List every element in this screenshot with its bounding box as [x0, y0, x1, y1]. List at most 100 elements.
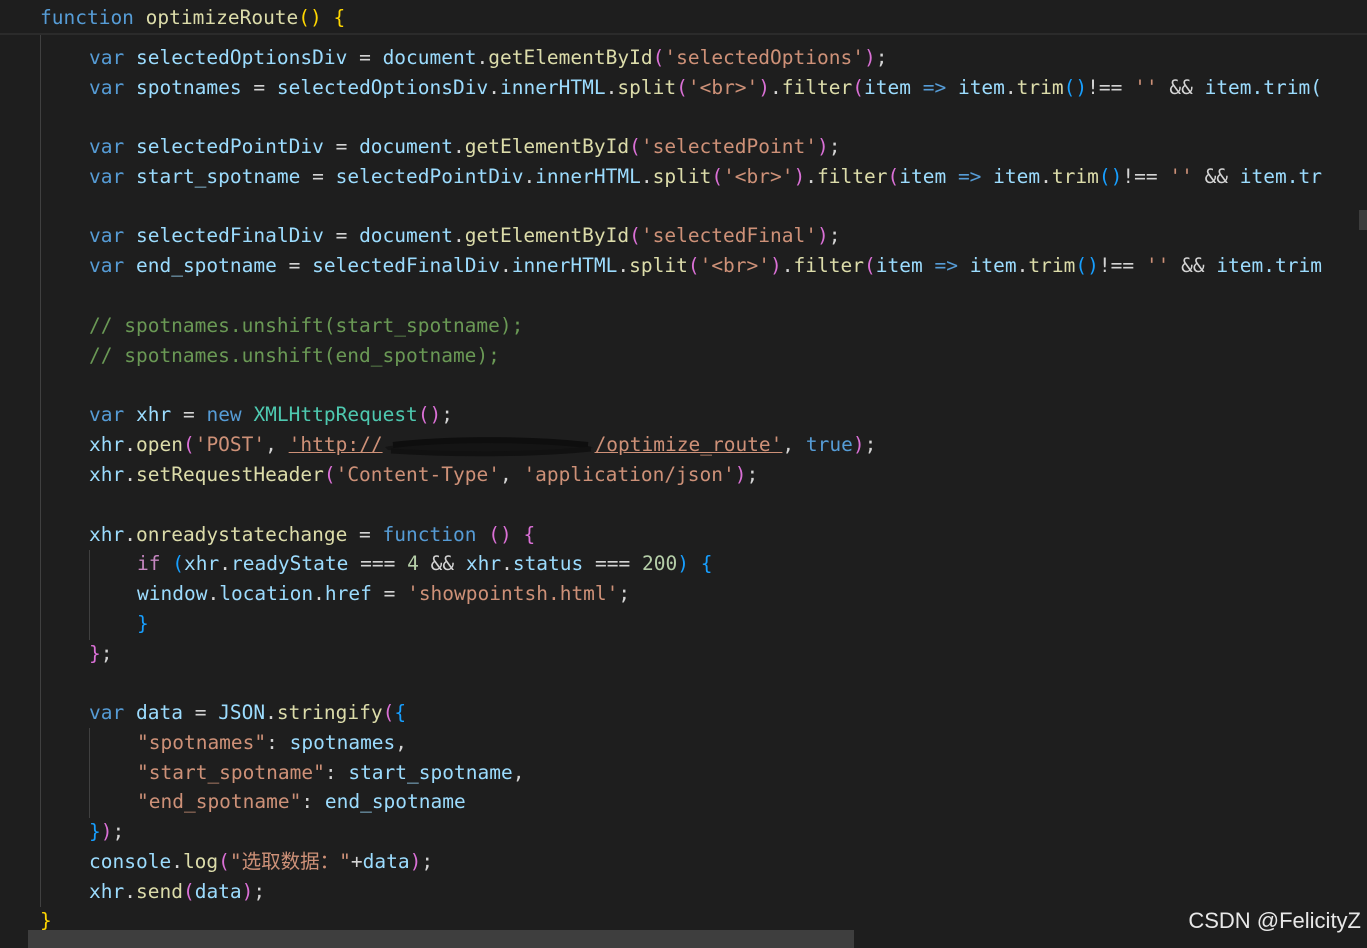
keyword-var: var	[89, 403, 125, 426]
method-name: getElementById	[464, 224, 630, 247]
code-comment[interactable]: // spotnames.unshift(end_spotname);	[89, 341, 500, 371]
object-name: document	[359, 224, 453, 247]
object-name: selectedOptionsDiv	[276, 76, 489, 99]
semicolon: ;	[875, 46, 888, 69]
string-literal: ''	[1134, 76, 1158, 99]
comma: ,	[395, 731, 408, 754]
json-value: start_spotname	[348, 761, 513, 784]
method-name: open	[135, 433, 183, 456]
method-name: filter	[817, 165, 888, 188]
keyword-var: var	[89, 224, 125, 247]
code-line-selectedPointDiv[interactable]: var selectedPointDiv = document.getEleme…	[89, 132, 840, 162]
object-name: item	[969, 254, 1017, 277]
code-line-onreadystatechange[interactable]: xhr.onreadystatechange = function () {	[89, 520, 535, 550]
object-name: selectedFinalDiv	[312, 254, 500, 277]
argument-name: data	[194, 880, 242, 903]
truncated-code: item.tr	[1239, 165, 1322, 188]
keyword-function: function	[40, 6, 134, 29]
arrow-operator: =>	[934, 254, 958, 277]
object-name: xhr	[183, 552, 220, 575]
object-name: item	[957, 76, 1005, 99]
object-name: document	[359, 135, 453, 158]
vertical-scrollbar-marker[interactable]	[1359, 210, 1367, 230]
operator: !==	[1122, 165, 1158, 188]
truncated-code: item.trim(	[1204, 76, 1322, 99]
brace-close: };	[89, 642, 113, 665]
property-name: innerHTML	[499, 76, 606, 99]
property-name: onreadystatechange	[135, 523, 348, 546]
method-name: filter	[793, 254, 864, 277]
brace-open: {	[333, 6, 346, 29]
editor-top-divider	[0, 33, 1367, 35]
property-name: href	[324, 582, 372, 605]
code-line-spotnames[interactable]: var spotnames = selectedOptionsDiv.inner…	[89, 73, 1322, 103]
keyword-var: var	[89, 135, 125, 158]
keyword-var: var	[89, 254, 125, 277]
watermark-text: CSDN @FelicityZ	[1188, 908, 1361, 933]
operator: !==	[1098, 254, 1135, 277]
property-name: status	[512, 552, 584, 575]
url-link[interactable]: /optimize_route'	[595, 433, 783, 456]
brace-close: });	[89, 820, 125, 843]
method-name: trim	[1016, 76, 1064, 99]
class-name: XMLHttpRequest	[253, 403, 418, 426]
operator: &&	[1169, 76, 1193, 99]
indent-guide	[40, 35, 41, 907]
keyword-function: function	[382, 523, 477, 546]
json-value: end_spotname	[324, 790, 466, 813]
object-name: xhr	[465, 552, 502, 575]
operator: ===	[595, 552, 631, 575]
string-literal: 'selectedOptions'	[664, 46, 864, 69]
code-line-xhr[interactable]: var xhr = new XMLHttpRequest();	[89, 400, 453, 430]
code-line-location[interactable]: window.location.href = 'showpointsh.html…	[137, 579, 630, 609]
code-line-selectedOptionsDiv[interactable]: var selectedOptionsDiv = document.getEle…	[89, 43, 887, 73]
method-name: split	[629, 254, 688, 277]
object-name: selectedPointDiv	[335, 165, 524, 188]
code-line-data[interactable]: var data = JSON.stringify({	[89, 698, 406, 728]
code-line-if[interactable]: if (xhr.readyState === 4 && xhr.status =…	[137, 549, 713, 579]
object-name: xhr	[89, 463, 125, 486]
code-line-set-request-header[interactable]: xhr.setRequestHeader('Content-Type', 'ap…	[89, 460, 758, 490]
keyword-if: if	[137, 552, 161, 575]
boolean-literal: true	[805, 433, 853, 456]
parens: ()	[298, 6, 322, 29]
method-name: log	[182, 850, 219, 873]
code-line-function-header[interactable]: function optimizeRoute() {	[40, 3, 345, 33]
operator: &&	[430, 552, 455, 575]
code-line-xhr-open[interactable]: xhr.open('POST', 'http:///optimize_route…	[89, 430, 876, 460]
function-name: optimizeRoute	[145, 6, 299, 29]
method-name: filter	[781, 76, 853, 99]
object-name: xhr	[89, 523, 125, 546]
code-line-end_spotname[interactable]: var end_spotname = selectedFinalDiv.inne…	[89, 251, 1322, 281]
object-name: document	[382, 46, 477, 69]
argument-name: data	[362, 850, 410, 873]
json-key: "start_spotname"	[137, 761, 325, 784]
string-literal: 'selectedPoint'	[640, 135, 817, 158]
method-name: trim	[1028, 254, 1076, 277]
string-literal: '<br>'	[723, 165, 794, 188]
number-literal: 200	[642, 552, 678, 575]
code-comment[interactable]: // spotnames.unshift(start_spotname);	[89, 311, 523, 341]
operator: &&	[1204, 165, 1229, 188]
object-name: window	[137, 582, 208, 605]
method-name: split	[652, 165, 712, 188]
variable-name: selectedFinalDiv	[135, 224, 324, 247]
variable-name: selectedPointDiv	[135, 135, 324, 158]
method-name: split	[617, 76, 677, 99]
indent-guide	[89, 550, 90, 640]
code-line-selectedFinalDiv[interactable]: var selectedFinalDiv = document.getEleme…	[89, 221, 840, 251]
url-link[interactable]: 'http://	[289, 433, 383, 456]
json-key: "spotnames"	[137, 731, 267, 754]
json-entry[interactable]: "spotnames": spotnames,	[137, 728, 407, 758]
code-line-xhr-send[interactable]: xhr.send(data);	[89, 877, 265, 907]
json-entry[interactable]: "start_spotname": start_spotname,	[137, 758, 524, 788]
keyword-var: var	[89, 701, 125, 724]
string-literal: 'showpointsh.html'	[407, 582, 619, 605]
code-line-start_spotname[interactable]: var start_spotname = selectedPointDiv.in…	[89, 162, 1322, 192]
horizontal-scrollbar[interactable]	[28, 930, 854, 948]
code-line-console-log[interactable]: console.log("选取数据："+data);	[89, 847, 433, 877]
string-literal: 'application/json'	[523, 463, 735, 486]
code-editor[interactable]: function optimizeRoute() { var selectedO…	[0, 0, 1367, 948]
json-entry[interactable]: "end_spotname": end_spotname	[137, 787, 466, 817]
arrow-operator: =>	[957, 165, 982, 188]
